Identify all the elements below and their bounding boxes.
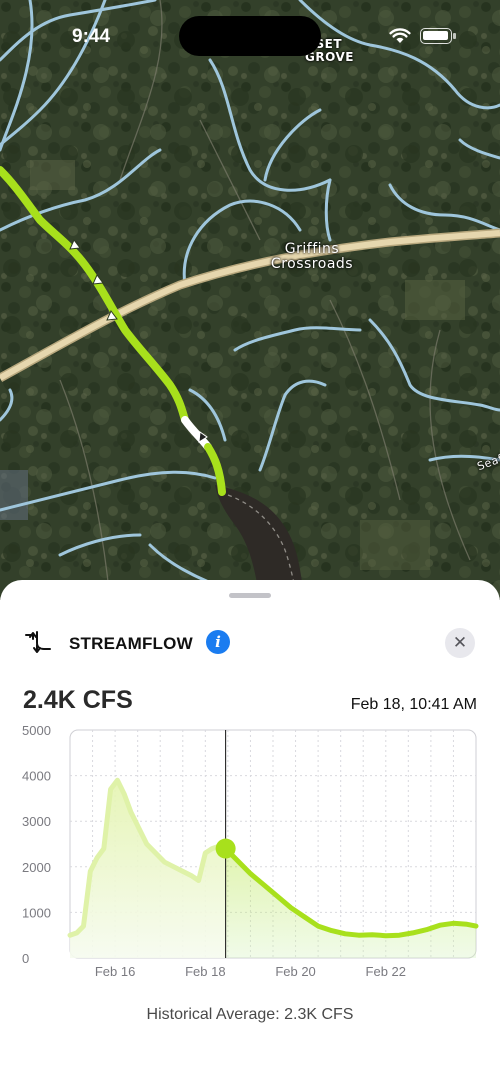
x-tick-label: Feb 22 [366,964,406,979]
streamflow-icon [25,631,51,653]
x-tick-label: Feb 18 [185,964,225,979]
info-icon[interactable]: i [206,630,230,654]
y-tick-label: 3000 [22,814,51,829]
y-tick-label: 2000 [22,860,51,875]
streamflow-chart[interactable]: 5000 4000 3000 2000 1000 0 Feb 16 Feb 18 Feb 20… [0,720,500,990]
streamflow-sheet: STREAMFLOW i ✕ 2.4K CFS Feb 18, 10:41 AM… [0,580,500,1087]
close-button[interactable]: ✕ [445,628,475,658]
map-label-griffins-crossroads: Griffins Crossroads [270,241,354,272]
current-flow-value: 2.4K CFS [23,686,133,714]
satellite-map[interactable] [0,0,500,600]
dynamic-island [179,16,321,56]
status-time: 9:44 [72,26,111,47]
y-tick-label: 0 [22,951,29,966]
sheet-grabber[interactable] [229,593,271,598]
battery-icon [420,28,456,44]
current-flow-time: Feb 18, 10:41 AM [350,696,477,713]
chart-selection-point [215,838,236,859]
y-tick-label: 4000 [22,769,51,784]
wifi-icon [389,28,411,43]
y-tick-label: 5000 [22,723,51,738]
map-view[interactable]: NSET GROVE Griffins Crossroads Seaf [0,0,500,600]
sheet-title: STREAMFLOW [69,634,193,653]
y-tick-label: 1000 [22,905,51,920]
x-tick-label: Feb 20 [275,964,315,979]
historical-average: Historical Average: 2.3K CFS [146,1006,354,1023]
x-tick-label: Feb 16 [95,964,135,979]
